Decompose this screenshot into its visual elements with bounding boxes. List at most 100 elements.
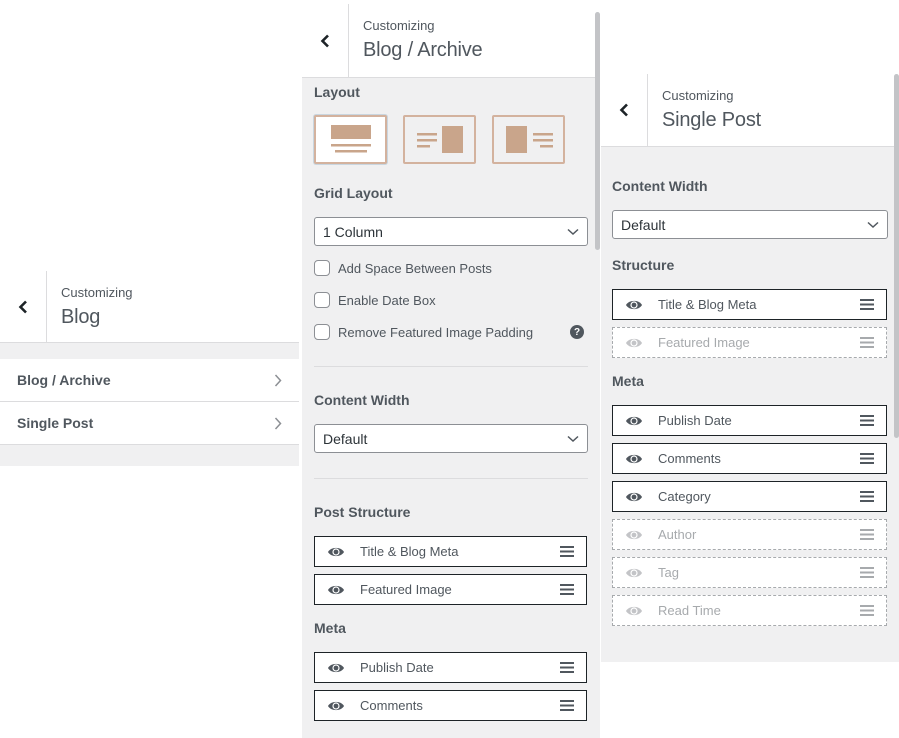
- drag-handle-icon[interactable]: [860, 337, 874, 348]
- layout-full-width-icon: [330, 124, 371, 152]
- meta-list: Publish Date Comments Category Author Ta: [612, 405, 888, 626]
- back-button[interactable]: [601, 74, 648, 146]
- sortable-item-label: Comments: [360, 698, 423, 713]
- panel-header: Customizing Blog: [0, 271, 299, 343]
- single-post-panel: Customizing Single Post Content Width De…: [601, 74, 899, 662]
- drag-handle-icon[interactable]: [560, 662, 574, 673]
- eye-icon[interactable]: [327, 546, 345, 558]
- section-item-blog-archive[interactable]: Blog / Archive: [0, 359, 299, 402]
- layout-sidebar-left-option[interactable]: [492, 115, 565, 164]
- drag-handle-icon[interactable]: [860, 299, 874, 310]
- checkbox-row: Enable Date Box: [314, 284, 588, 316]
- section-item-label: Blog / Archive: [17, 372, 111, 388]
- remove-featured-image-padding-checkbox[interactable]: [314, 324, 330, 340]
- sortable-item-publish-date[interactable]: Publish Date: [314, 652, 587, 683]
- sortable-item-publish-date[interactable]: Publish Date: [612, 405, 887, 436]
- chevron-down-icon: [567, 228, 579, 236]
- layout-full-width-option[interactable]: [314, 115, 387, 164]
- sortable-item-label: Read Time: [658, 603, 721, 618]
- back-button[interactable]: [302, 4, 349, 77]
- sortable-item-title-blog-meta[interactable]: Title & Blog Meta: [612, 289, 887, 320]
- checkbox-label: Enable Date Box: [338, 292, 436, 308]
- layout-options: [314, 115, 588, 164]
- header-subtitle: Customizing: [61, 285, 133, 300]
- chevron-left-icon: [619, 103, 629, 117]
- drag-handle-icon[interactable]: [860, 605, 874, 616]
- eye-icon[interactable]: [327, 584, 345, 596]
- grid-layout-select[interactable]: 1 Column: [314, 217, 588, 246]
- header-subtitle: Customizing: [662, 88, 734, 103]
- content-width-select[interactable]: Default: [612, 210, 888, 239]
- grid-layout-label: Grid Layout: [314, 185, 393, 201]
- panel-title: Blog: [61, 306, 101, 328]
- panel-title: Blog / Archive: [363, 39, 483, 61]
- eye-icon[interactable]: [625, 605, 643, 617]
- eye-icon[interactable]: [625, 529, 643, 541]
- drag-handle-icon[interactable]: [560, 584, 574, 595]
- eye-icon[interactable]: [625, 567, 643, 579]
- section-divider: [314, 366, 588, 367]
- sortable-item-comments[interactable]: Comments: [314, 690, 587, 721]
- chevron-right-icon: [274, 374, 282, 387]
- scrollbar[interactable]: [595, 12, 600, 250]
- eye-icon[interactable]: [625, 337, 643, 349]
- select-value: Default: [621, 216, 666, 233]
- eye-icon[interactable]: [625, 491, 643, 503]
- add-space-between-posts-checkbox[interactable]: [314, 260, 330, 276]
- sortable-item-label: Tag: [658, 565, 679, 580]
- help-icon[interactable]: ?: [570, 325, 584, 339]
- header-subtitle: Customizing: [363, 18, 435, 33]
- drag-handle-icon[interactable]: [860, 453, 874, 464]
- layout-sidebar-right-option[interactable]: [403, 115, 476, 164]
- checkbox-row: Remove Featured Image Padding ?: [314, 316, 588, 348]
- sortable-item-label: Publish Date: [360, 660, 434, 675]
- blog-panel: Customizing Blog Blog / Archive Single P…: [0, 271, 299, 466]
- sortable-item-label: Publish Date: [658, 413, 732, 428]
- drag-handle-icon[interactable]: [860, 567, 874, 578]
- structure-list: Title & Blog Meta Featured Image: [612, 289, 888, 358]
- blog-archive-panel: Customizing Blog / Archive Layout Grid L…: [302, 4, 600, 738]
- layout-sidebar-left-icon: [505, 125, 553, 153]
- section-item-label: Single Post: [17, 415, 94, 431]
- drag-handle-icon[interactable]: [860, 491, 874, 502]
- section-item-single-post[interactable]: Single Post: [0, 402, 299, 445]
- post-structure-list: Title & Blog Meta Featured Image: [314, 536, 588, 605]
- sortable-item-title-blog-meta[interactable]: Title & Blog Meta: [314, 536, 587, 567]
- checkbox-row: Add Space Between Posts: [314, 252, 588, 284]
- content-width-select[interactable]: Default: [314, 424, 588, 453]
- drag-handle-icon[interactable]: [860, 415, 874, 426]
- enable-date-box-checkbox[interactable]: [314, 292, 330, 308]
- panel-title: Single Post: [662, 109, 761, 131]
- checkbox-label: Add Space Between Posts: [338, 260, 492, 276]
- sortable-item-tag[interactable]: Tag: [612, 557, 887, 588]
- eye-icon[interactable]: [327, 662, 345, 674]
- sortable-item-label: Featured Image: [658, 335, 750, 350]
- layout-sidebar-right-icon: [416, 125, 463, 153]
- sortable-item-read-time[interactable]: Read Time: [612, 595, 887, 626]
- chevron-down-icon: [867, 221, 879, 229]
- panel-header: Customizing Single Post: [601, 74, 899, 147]
- sortable-item-label: Category: [658, 489, 711, 504]
- eye-icon[interactable]: [625, 453, 643, 465]
- select-value: Default: [323, 430, 368, 447]
- sortable-item-featured-image[interactable]: Featured Image: [314, 574, 587, 605]
- sortable-item-label: Title & Blog Meta: [658, 297, 757, 312]
- scrollbar[interactable]: [894, 74, 899, 438]
- eye-icon[interactable]: [625, 415, 643, 427]
- sortable-item-category[interactable]: Category: [612, 481, 887, 512]
- eye-icon[interactable]: [625, 299, 643, 311]
- drag-handle-icon[interactable]: [860, 529, 874, 540]
- drag-handle-icon[interactable]: [560, 700, 574, 711]
- sortable-item-label: Title & Blog Meta: [360, 544, 459, 559]
- sortable-item-comments[interactable]: Comments: [612, 443, 887, 474]
- sortable-item-featured-image[interactable]: Featured Image: [612, 327, 887, 358]
- sortable-item-author[interactable]: Author: [612, 519, 887, 550]
- drag-handle-icon[interactable]: [560, 546, 574, 557]
- section-list: Blog / Archive Single Post: [0, 359, 299, 445]
- section-divider: [314, 478, 588, 479]
- eye-icon[interactable]: [327, 700, 345, 712]
- back-button[interactable]: [0, 271, 47, 342]
- sortable-item-label: Comments: [658, 451, 721, 466]
- structure-label: Structure: [612, 257, 675, 273]
- sortable-item-label: Author: [658, 527, 697, 542]
